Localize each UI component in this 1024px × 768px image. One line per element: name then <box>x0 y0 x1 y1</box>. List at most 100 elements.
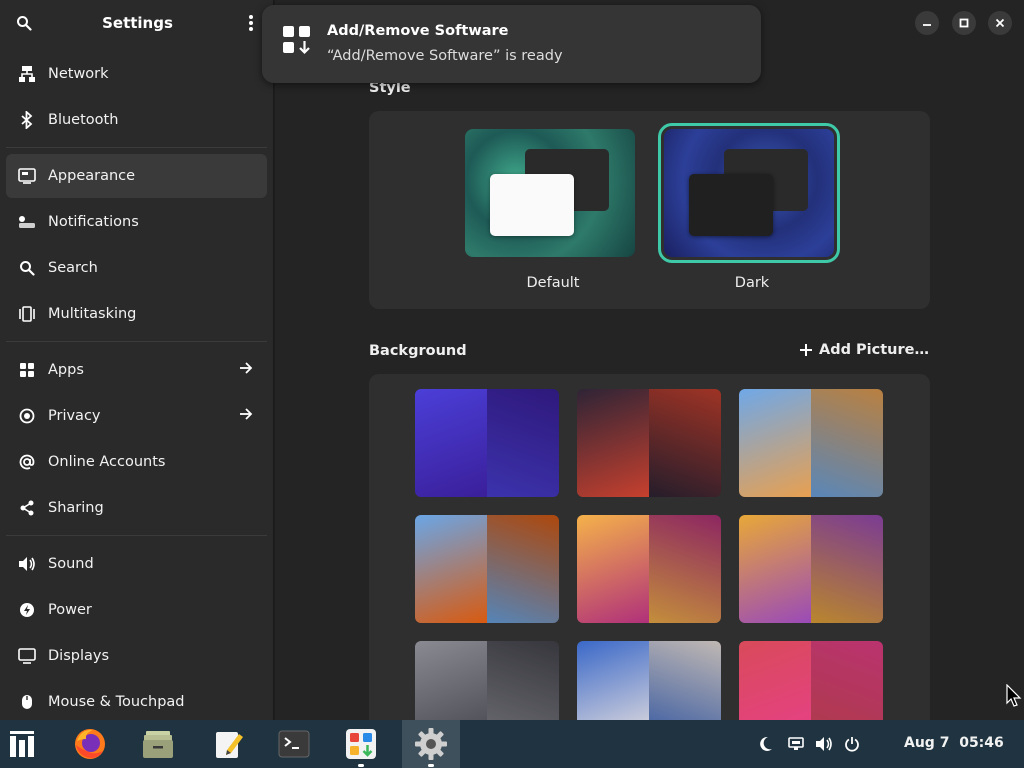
sidebar-item-mouse-touchpad[interactable]: Mouse & Touchpad <box>6 680 267 720</box>
add-picture-label: Add Picture… <box>819 342 929 358</box>
close-button[interactable] <box>988 11 1012 35</box>
sidebar-item-label: Sound <box>48 556 94 572</box>
kebab-menu-icon <box>249 15 253 31</box>
sidebar-item-label: Network <box>48 66 109 82</box>
apps-icon <box>18 361 36 379</box>
appearance-panel: Style Default Dark Background Add Pictur… <box>275 0 1024 720</box>
files-button[interactable] <box>140 726 176 762</box>
minimize-button[interactable] <box>915 11 939 35</box>
sidebar-item-label: Sharing <box>48 500 104 516</box>
sidebar-item-label: Apps <box>48 362 84 378</box>
wallpaper-dark-variant <box>487 641 559 720</box>
wallpaper-thumbnail[interactable] <box>577 641 721 720</box>
wallpaper-thumbnail[interactable] <box>415 389 559 497</box>
style-option-dark[interactable]: Dark <box>658 123 840 291</box>
sidebar-separator <box>6 147 267 148</box>
sidebar-item-label: Mouse & Touchpad <box>48 694 185 710</box>
software-store-button[interactable] <box>343 726 379 762</box>
style-card: Default Dark <box>369 111 930 309</box>
close-icon <box>995 18 1005 28</box>
settings-app-button[interactable] <box>413 726 449 762</box>
wallpaper-dark-variant <box>649 389 721 497</box>
sidebar-item-label: Multitasking <box>48 306 137 322</box>
style-dark-label: Dark <box>734 275 770 291</box>
sidebar-separator <box>6 341 267 342</box>
wallpaper-light-variant <box>739 515 811 623</box>
arrow-right-icon <box>239 361 253 379</box>
menu-button[interactable] <box>241 13 261 33</box>
add-picture-button[interactable]: Add Picture… <box>799 342 929 358</box>
power-menu-button[interactable] <box>842 734 862 754</box>
app-launcher-button[interactable] <box>4 726 40 762</box>
sidebar-item-notifications[interactable]: Notifications <box>6 200 267 244</box>
maximize-icon <box>959 18 969 28</box>
sidebar-header: Settings <box>0 0 273 46</box>
sidebar-item-online-accounts[interactable]: Online Accounts <box>6 440 267 484</box>
background-section-title: Background <box>369 343 467 359</box>
sidebar-item-label: Notifications <box>48 214 139 230</box>
terminal-button[interactable] <box>276 726 312 762</box>
terminal-icon <box>278 730 310 758</box>
sidebar-item-label: Search <box>48 260 98 276</box>
sidebar-item-sharing[interactable]: Sharing <box>6 486 267 530</box>
text-editor-icon <box>216 732 243 758</box>
wired-network-icon <box>788 737 804 750</box>
wallpaper-thumbnail[interactable] <box>739 389 883 497</box>
sidebar-item-displays[interactable]: Displays <box>6 634 267 678</box>
wallpaper-thumbnail[interactable] <box>415 641 559 720</box>
software-icon <box>282 25 312 59</box>
default-style-preview <box>465 129 635 257</box>
zorin-logo-icon <box>10 731 34 757</box>
clock[interactable]: Aug 7 05:46 <box>904 735 1004 751</box>
wallpaper-light-variant <box>415 641 487 720</box>
style-option-default[interactable]: Default <box>465 129 641 291</box>
wallpaper-thumbnail[interactable] <box>577 389 721 497</box>
settings-gear-icon <box>415 728 447 760</box>
wallpaper-thumbnail[interactable] <box>577 515 721 623</box>
sidebar-item-label: Displays <box>48 648 110 664</box>
sharing-icon <box>18 499 36 517</box>
files-icon <box>143 731 173 758</box>
wallpaper-thumbnail[interactable] <box>415 515 559 623</box>
maximize-button[interactable] <box>952 11 976 35</box>
background-card <box>369 374 930 720</box>
volume-button[interactable] <box>814 734 834 754</box>
multitasking-icon <box>18 305 36 323</box>
moon-icon <box>760 736 772 751</box>
clock-date: Aug 7 <box>904 735 950 751</box>
sidebar-item-appearance[interactable]: Appearance <box>6 154 267 198</box>
wallpaper-light-variant <box>577 641 649 720</box>
wallpaper-dark-variant <box>811 641 883 720</box>
wallpaper-dark-variant <box>649 515 721 623</box>
firefox-button[interactable] <box>72 726 108 762</box>
window-title: Settings <box>102 14 173 32</box>
sidebar-item-sound[interactable]: Sound <box>6 542 267 586</box>
sidebar-item-bluetooth[interactable]: Bluetooth <box>6 98 267 142</box>
sidebar-item-label: Online Accounts <box>48 454 166 470</box>
text-editor-button[interactable] <box>211 726 247 762</box>
volume-icon <box>816 737 832 751</box>
wallpaper-light-variant <box>739 389 811 497</box>
night-light-button[interactable] <box>756 734 776 754</box>
wallpaper-thumbnail[interactable] <box>739 641 883 720</box>
wallpaper-light-variant <box>577 515 649 623</box>
wallpaper-dark-variant <box>811 389 883 497</box>
sidebar-item-network[interactable]: Network <box>6 52 267 96</box>
bluetooth-icon <box>18 111 36 129</box>
notification-banner[interactable]: Add/Remove Software “Add/Remove Software… <box>262 5 761 83</box>
sidebar-item-multitasking[interactable]: Multitasking <box>6 292 267 336</box>
wallpaper-light-variant <box>739 641 811 720</box>
wallpaper-thumbnail[interactable] <box>739 515 883 623</box>
online-accounts-icon <box>18 453 36 471</box>
network-status-button[interactable] <box>786 734 806 754</box>
appearance-icon <box>18 167 36 185</box>
sidebar-item-power[interactable]: Power <box>6 588 267 632</box>
taskbar: Aug 7 05:46 <box>0 720 1024 768</box>
sound-icon <box>18 555 36 573</box>
search-button[interactable] <box>14 13 34 33</box>
notification-body: “Add/Remove Software” is ready <box>327 48 563 64</box>
sidebar-item-search[interactable]: Search <box>6 246 267 290</box>
sidebar-item-apps[interactable]: Apps <box>6 348 267 392</box>
sidebar-item-privacy[interactable]: Privacy <box>6 394 267 438</box>
plus-icon <box>800 344 812 356</box>
